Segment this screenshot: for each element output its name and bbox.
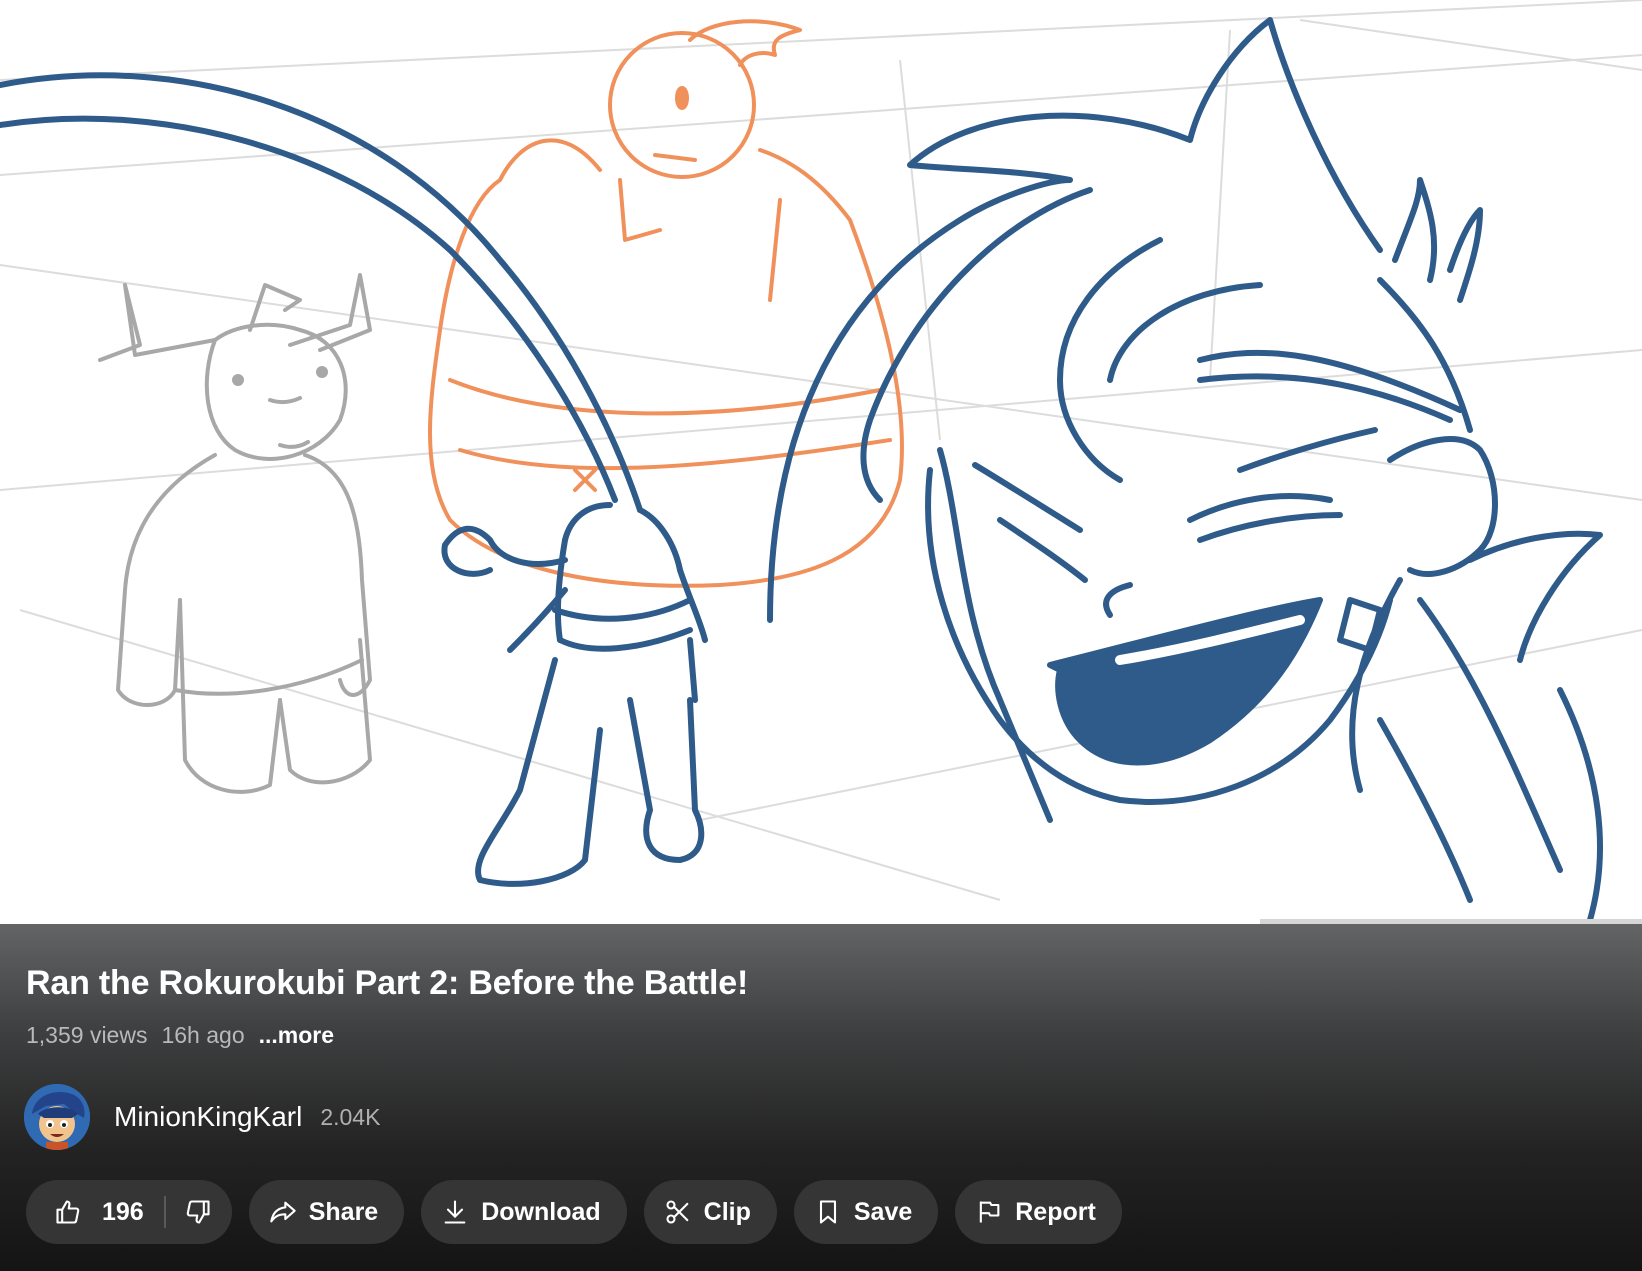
report-label: Report	[1015, 1197, 1096, 1226]
share-icon	[269, 1198, 297, 1226]
clip-label: Clip	[703, 1197, 751, 1226]
download-icon	[441, 1198, 469, 1226]
channel-avatar[interactable]	[24, 1084, 90, 1150]
like-dislike-group: 196	[26, 1180, 232, 1244]
more-link[interactable]: ...more	[259, 1022, 334, 1049]
like-button[interactable]: 196	[26, 1180, 164, 1244]
video-meta: 1,359 views 16h ago ...more	[26, 1022, 334, 1049]
download-button[interactable]: Download	[421, 1180, 627, 1244]
like-count: 196	[102, 1197, 144, 1226]
channel-row: MinionKingKarl 2.04K	[24, 1084, 380, 1150]
view-count: 1,359 views	[26, 1022, 148, 1048]
video-frame-sketch	[0, 0, 1642, 923]
action-bar: 196 Share Download Clip Save Report	[26, 1180, 1122, 1244]
share-button[interactable]: Share	[248, 1180, 405, 1244]
dislike-button[interactable]	[166, 1180, 232, 1244]
video-player[interactable]	[0, 0, 1642, 924]
share-label: Share	[308, 1197, 379, 1226]
download-label: Download	[481, 1197, 601, 1226]
video-title: Ran the Rokurokubi Part 2: Before the Ba…	[26, 964, 749, 1002]
save-label: Save	[853, 1197, 913, 1226]
channel-name[interactable]: MinionKingKarl	[114, 1101, 302, 1133]
clip-button[interactable]: Clip	[643, 1180, 777, 1244]
save-button[interactable]: Save	[793, 1180, 939, 1244]
upload-age: 16h ago	[161, 1022, 245, 1048]
avatar-image	[24, 1084, 90, 1150]
bookmark-icon	[814, 1198, 842, 1226]
video-info-panel: Ran the Rokurokubi Part 2: Before the Ba…	[0, 924, 1642, 1271]
thumbs-down-icon	[184, 1198, 212, 1226]
report-button[interactable]: Report	[955, 1180, 1122, 1244]
subscriber-count: 2.04K	[320, 1103, 381, 1130]
scissors-icon	[664, 1198, 692, 1226]
flag-icon	[975, 1198, 1003, 1226]
thumbs-up-icon	[54, 1198, 82, 1226]
video-watch-page: Ran the Rokurokubi Part 2: Before the Ba…	[0, 0, 1642, 1271]
